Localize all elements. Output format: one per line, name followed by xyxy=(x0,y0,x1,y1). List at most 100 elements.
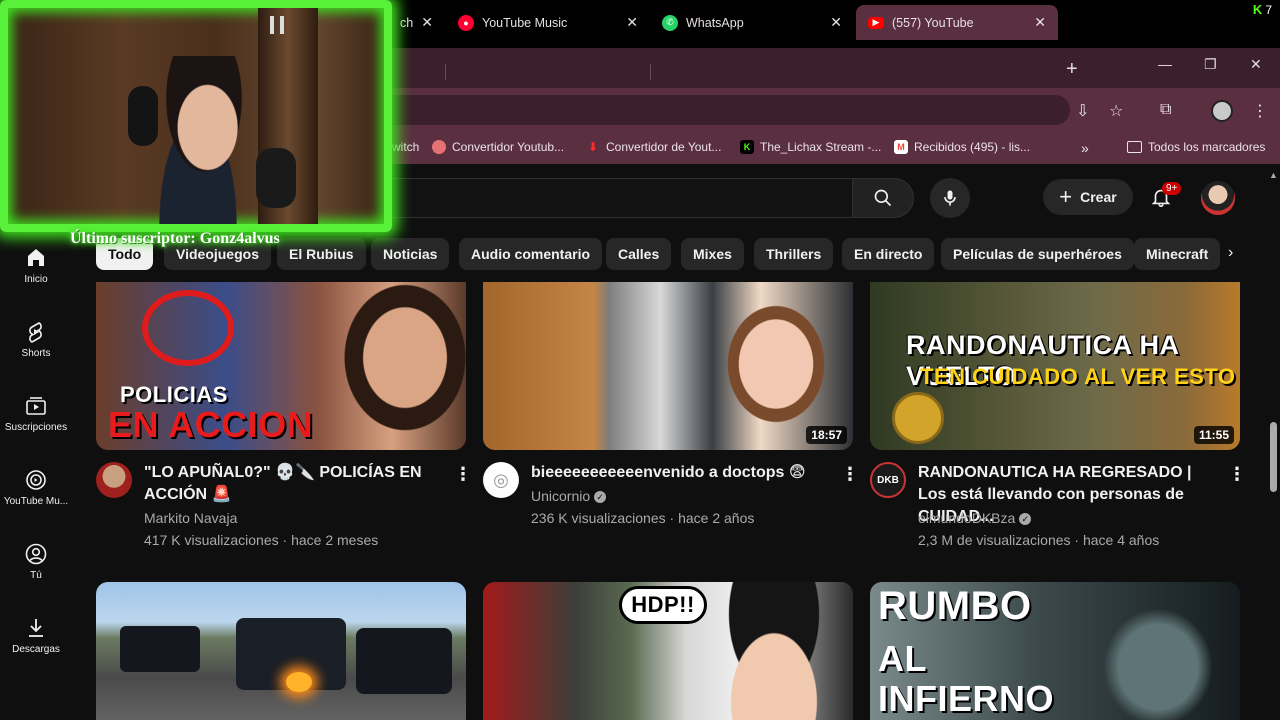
video-title[interactable]: "LO APUÑAL0?" 💀🔪 POLICÍAS EN ACCIÓN 🚨 xyxy=(144,462,444,506)
close-window-icon[interactable]: ✕ xyxy=(1250,56,1262,73)
search-input[interactable] xyxy=(380,178,852,218)
video-thumbnail[interactable]: RUMBO AL INFIERNO xyxy=(870,582,1240,720)
minimize-icon[interactable]: — xyxy=(1158,56,1172,72)
channel-logo-badge xyxy=(892,392,944,444)
close-icon[interactable]: ✕ xyxy=(626,14,638,31)
video-thumbnail[interactable]: RANDONAUTICA HA VUELTO TEN CUIDADO AL VE… xyxy=(870,282,1240,450)
headphones-shape xyxy=(128,86,158,146)
tab-youtube-music[interactable]: ● YouTube Music ✕ xyxy=(446,5,650,40)
sidebar-item-shorts[interactable]: Shorts xyxy=(0,320,72,359)
bookmark-gmail[interactable]: M Recibidos (495) - lis... xyxy=(894,140,1030,154)
thumb-caption: HDP!! xyxy=(631,592,695,617)
create-button[interactable]: + Crear xyxy=(1043,179,1133,215)
bookmark-label: Todos los marcadores xyxy=(1148,140,1266,154)
tab-youtube[interactable]: ▶ (557) YouTube ✕ xyxy=(856,5,1058,40)
tab-label: ch xyxy=(400,15,414,30)
chip-peliculas-superheroes[interactable]: Películas de superhéroes xyxy=(941,238,1134,270)
video-thumbnail[interactable]: POLICIAS EN ACCION xyxy=(96,282,466,450)
chip-noticias[interactable]: Noticias xyxy=(371,238,450,270)
webcam-overlay xyxy=(0,0,392,232)
bookmark-label: Convertidor de Yout... xyxy=(606,140,722,154)
restore-icon[interactable]: ❐ xyxy=(1204,56,1217,73)
close-icon[interactable]: ✕ xyxy=(1034,14,1046,31)
red-circle-highlight xyxy=(142,290,234,366)
channel-avatar[interactable]: DKB xyxy=(870,462,906,498)
more-options-icon[interactable]: ⋮ xyxy=(1228,464,1246,485)
sidebar-label: Shorts xyxy=(21,348,51,359)
new-tab-button[interactable]: + xyxy=(1066,58,1078,81)
channel-name: elmundoDKBza xyxy=(918,510,1016,526)
sidebar-item-suscripciones[interactable]: Suscripciones xyxy=(0,394,72,433)
chevron-right-icon[interactable]: › xyxy=(1228,244,1233,262)
channel-avatar[interactable]: ◎ xyxy=(483,462,519,498)
more-options-icon[interactable]: ⋮ xyxy=(841,464,859,485)
voice-search-button[interactable] xyxy=(930,178,970,218)
bookmark-lichax-stream[interactable]: K The_Lichax Stream -... xyxy=(740,140,881,154)
bookmark-label: witch xyxy=(392,140,420,154)
scrollbar-thumb[interactable] xyxy=(1270,422,1277,492)
bookmark-label: Recibidos (495) - lis... xyxy=(914,140,1031,154)
channel-name-row[interactable]: elmundoDKBza ✓ xyxy=(918,507,1032,529)
police-car-shape xyxy=(120,626,200,672)
sidebar-item-inicio[interactable]: Inicio xyxy=(0,246,72,285)
chip-el-rubius[interactable]: El Rubius xyxy=(277,238,366,270)
bookmark-twitch[interactable]: witch xyxy=(392,140,419,154)
sidebar-item-tu[interactable]: Tú xyxy=(0,542,72,581)
close-icon[interactable]: ✕ xyxy=(421,14,433,31)
video-thumbnail[interactable]: HDP!! xyxy=(483,582,853,720)
duration-badge: 18:57 xyxy=(806,426,847,444)
thumb-caption: RUMBO xyxy=(878,584,1032,628)
thumb-face xyxy=(699,582,849,720)
scroll-up-icon[interactable]: ▲ xyxy=(1269,170,1278,180)
channel-name: Unicornio xyxy=(531,488,591,504)
address-bar[interactable] xyxy=(380,95,1070,125)
all-bookmarks-folder[interactable]: Todos los marcadores xyxy=(1127,140,1265,154)
chip-minecraft[interactable]: Minecraft xyxy=(1134,238,1221,270)
chip-calles[interactable]: Calles xyxy=(606,238,672,270)
chip-audio-comentario[interactable]: Audio comentario xyxy=(459,238,603,270)
extensions-icon[interactable]: ⧉ xyxy=(1160,101,1171,119)
speech-bubble: HDP!! xyxy=(619,586,707,624)
bookmark-label: The_Lichax Stream -... xyxy=(760,140,882,154)
thumb-face xyxy=(711,292,841,442)
channel-name-row[interactable]: Unicornio ✓ xyxy=(531,485,607,507)
tab-whatsapp[interactable]: ✆ WhatsApp ✕ xyxy=(650,5,854,40)
sidebar-item-youtube-music[interactable]: YouTube Mu... xyxy=(0,468,72,507)
bookmark-convertidor-2[interactable]: ⬇ Convertidor de Yout... xyxy=(586,140,721,154)
video-thumbnail[interactable]: 18:57 xyxy=(483,282,853,450)
chip-en-directo[interactable]: En directo xyxy=(842,238,935,270)
channel-name[interactable]: Markito Navaja xyxy=(144,507,237,529)
more-options-icon[interactable]: ⋮ xyxy=(454,464,472,485)
last-subscriber-label: Último suscriptor: Gonz4alvus xyxy=(70,230,280,247)
verified-badge-icon: ✓ xyxy=(594,491,607,504)
youtube-music-icon xyxy=(26,470,46,490)
video-stats: 236 K visualizaciones · hace 2 años xyxy=(531,510,755,526)
account-avatar[interactable] xyxy=(1201,181,1235,215)
microphone-shape xyxy=(256,148,296,208)
sidebar-item-descargas[interactable]: Descargas xyxy=(0,616,72,655)
more-bookmarks-icon[interactable]: » xyxy=(1081,140,1089,156)
browser-profile-avatar[interactable] xyxy=(1211,100,1233,122)
bookmark-convertidor-1[interactable]: Convertidor Youtub... xyxy=(432,140,564,154)
search-icon xyxy=(874,189,892,207)
handle xyxy=(280,16,284,34)
channel-avatar[interactable] xyxy=(96,462,132,498)
sidebar-label: YouTube Mu... xyxy=(3,496,69,507)
video-stats: 2,3 M de visualizaciones · hace 4 años xyxy=(918,532,1160,548)
chip-mixes[interactable]: Mixes xyxy=(681,238,744,270)
video-thumbnail[interactable] xyxy=(96,582,466,720)
thumb-caption: EN ACCION xyxy=(108,404,314,445)
bookmark-star-icon[interactable]: ☆ xyxy=(1109,101,1123,121)
muzzle-flash xyxy=(286,672,312,692)
sidebar-label: Suscripciones xyxy=(4,422,68,433)
close-icon[interactable]: ✕ xyxy=(830,14,842,31)
chip-thrillers[interactable]: Thrillers xyxy=(754,238,834,270)
download-arrow-icon: ⬇ xyxy=(587,140,599,154)
search-button[interactable] xyxy=(852,178,914,218)
kick-viewer-count: 7 xyxy=(1265,2,1272,17)
home-icon xyxy=(28,249,44,266)
install-app-icon[interactable]: ⇩ xyxy=(1076,101,1089,121)
sidebar-label: Inicio xyxy=(24,274,48,285)
browser-menu-icon[interactable]: ⋮ xyxy=(1252,101,1268,121)
video-title[interactable]: bieeeeeeeeeeenvenido a doctops 😨 xyxy=(531,462,831,484)
